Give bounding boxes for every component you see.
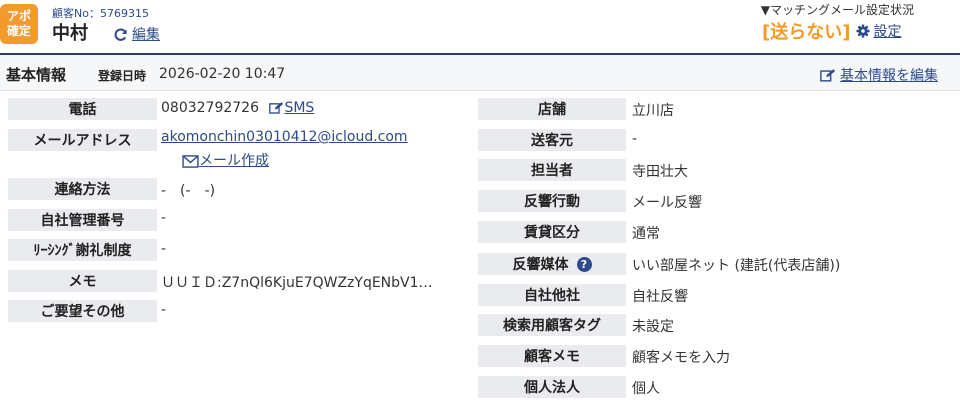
contact-method-label: 連絡方法 xyxy=(8,178,157,200)
response-action-value: メール反響 xyxy=(632,195,702,211)
customer-memo-label: 顧客メモ xyxy=(478,345,626,367)
own-other-label: 自社他社 xyxy=(478,284,626,306)
sender-label: 送客元 xyxy=(478,129,626,151)
registered-datetime-label: 登録日時 xyxy=(98,69,147,83)
store-label: 店舗 xyxy=(478,98,626,120)
basic-info-section-bar: 基本情報 登録日時 2026-02-20 10:47 基本情報を編集 xyxy=(0,53,960,91)
response-media-label: 反響媒体 xyxy=(512,257,569,273)
email-label: メールアドレス xyxy=(8,129,157,151)
edit-basic-info-link[interactable]: 基本情報を編集 xyxy=(820,65,938,85)
phone-value: 08032792726 xyxy=(161,100,259,116)
requests-label: ご要望その他 xyxy=(8,300,157,322)
gear-icon xyxy=(856,24,871,38)
edit-icon xyxy=(269,102,284,114)
edit-customer-link[interactable]: 編集 xyxy=(113,24,160,44)
memo-value: ＵＵＩＤ:Z7nQl6KjuE7QWZzYqENbV1… xyxy=(161,275,433,291)
matching-mail-status: [送らない] 設定 xyxy=(762,18,901,44)
rent-type-value: 通常 xyxy=(632,226,660,242)
mail-icon xyxy=(182,154,199,168)
requests-value: - xyxy=(161,302,167,318)
contact-method-value: - (- -) xyxy=(161,183,216,199)
customer-header: アポ 確定 顧客No：5769315 中村 編集 ▼マッチングメール設定状況 [… xyxy=(0,0,960,52)
appointment-confirmed-badge: アポ 確定 xyxy=(0,4,38,44)
matching-mail-status-label: ▼マッチングメール設定状況 xyxy=(760,3,914,17)
registered-datetime-value: 2026-02-20 10:47 xyxy=(159,66,286,82)
staff-value: 寺田壮大 xyxy=(632,164,688,180)
response-action-label: 反響行動 xyxy=(478,190,626,212)
sender-value: - xyxy=(632,131,638,147)
search-tag-label: 検索用顧客タグ xyxy=(478,314,626,336)
internal-number-label: 自社管理番号 xyxy=(8,209,157,231)
staff-label: 担当者 xyxy=(478,159,626,181)
store-value: 立川店 xyxy=(632,103,674,119)
phone-label: 電話 xyxy=(8,98,157,120)
refresh-icon xyxy=(114,28,127,41)
edit-basic-info-label: 基本情報を編集 xyxy=(840,68,938,84)
email-value-link[interactable]: akomonchin03010412@icloud.com xyxy=(161,129,408,145)
no-send-status: [送らない] xyxy=(762,22,851,43)
individual-corp-value: 個人 xyxy=(632,381,660,397)
settings-label: 設定 xyxy=(873,24,902,40)
edit-icon xyxy=(820,68,836,82)
response-media-value: いい部屋ネット (建託(代表店舗)) xyxy=(632,258,841,274)
section-title: 基本情報 xyxy=(6,66,67,84)
sms-link[interactable]: SMS xyxy=(269,100,314,116)
compose-mail-link[interactable]: メール作成 xyxy=(182,150,269,170)
matching-settings-link[interactable]: 設定 xyxy=(856,21,901,41)
individual-corp-label: 個人法人 xyxy=(478,376,626,398)
sms-label: SMS xyxy=(284,100,315,116)
phone-value-row: 08032792726 SMS xyxy=(161,100,314,116)
customer-memo-value[interactable]: 顧客メモを入力 xyxy=(632,347,730,367)
rent-type-label: 賃貸区分 xyxy=(478,221,626,243)
memo-label: メモ xyxy=(8,270,157,292)
compose-mail-label: メール作成 xyxy=(199,153,269,169)
search-tag-value[interactable]: 未設定 xyxy=(632,316,674,336)
badge-line-1: アポ xyxy=(6,9,31,23)
edit-link-label: 編集 xyxy=(132,27,160,43)
email-address[interactable]: akomonchin03010412@icloud.com xyxy=(161,129,408,145)
badge-line-2: 確定 xyxy=(6,24,31,38)
question-circle-icon[interactable]: ? xyxy=(576,256,592,272)
response-media-label-box: 反響媒体 ? xyxy=(478,253,626,275)
internal-number-value: - xyxy=(161,210,167,226)
own-other-value: 自社反響 xyxy=(632,289,688,305)
customer-name: 中村 xyxy=(52,23,88,44)
leasing-reward-value: - xyxy=(161,241,167,257)
leasing-reward-label: ﾘｰｼﾝｸﾞ謝礼制度 xyxy=(8,239,157,261)
